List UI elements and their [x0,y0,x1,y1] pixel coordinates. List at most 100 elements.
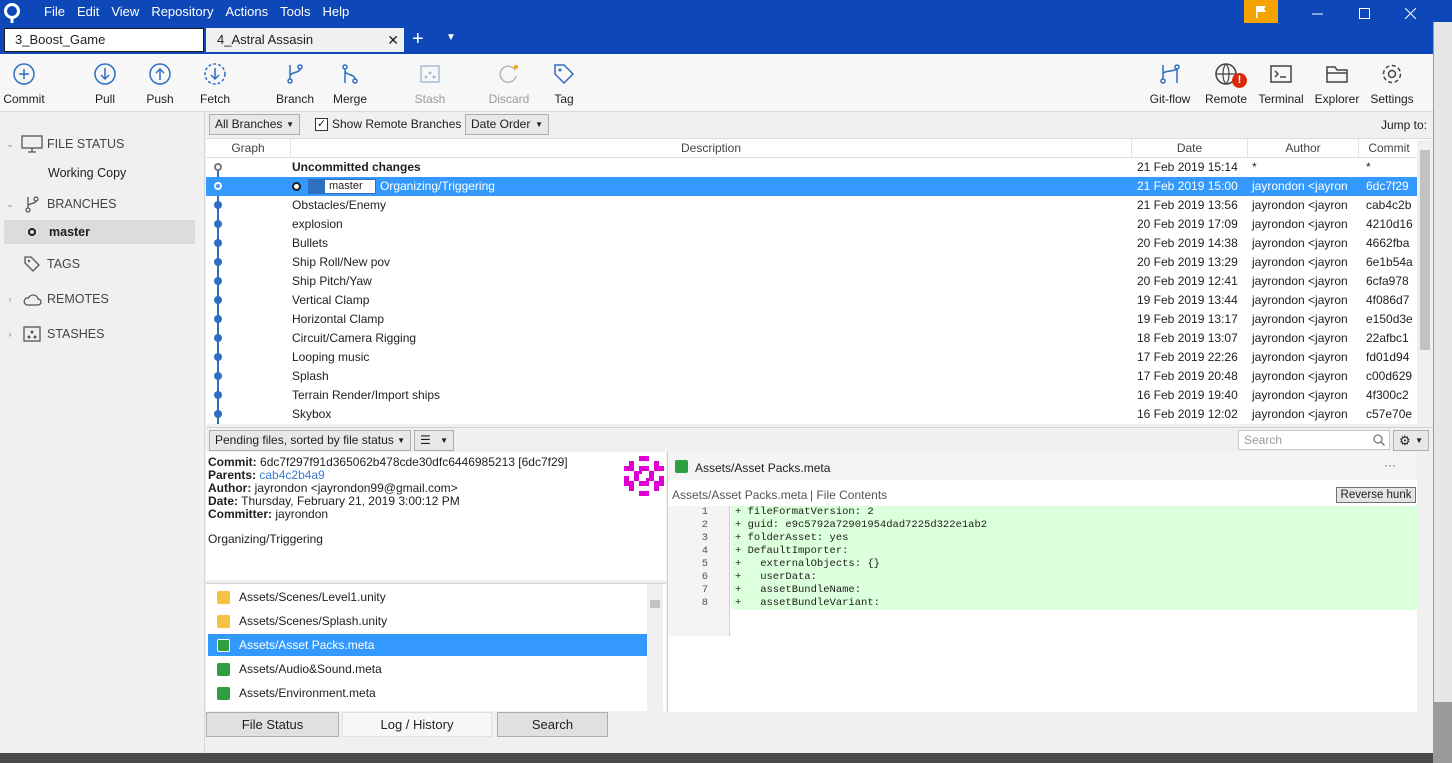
discard-undo-icon [499,65,518,83]
tab-log-history[interactable]: Log / History [342,712,492,737]
menu-tools[interactable]: Tools [274,0,316,26]
table-row[interactable]: explosion 20 Feb 2019 17:09 jayrondon <jay… [206,215,1417,234]
table-row[interactable]: Terrain Render/Import ships 16 Feb 2019 1… [206,386,1417,405]
pending-files-sort-dropdown[interactable]: Pending files, sorted by file status ▼ [209,430,411,451]
minimize-button[interactable] [1294,0,1340,26]
list-item[interactable]: Assets/Audio&Sound.meta [208,658,647,680]
discard-label: Discard [488,92,530,106]
close-window-button[interactable] [1387,0,1433,26]
maximize-button[interactable] [1341,0,1387,26]
menu-file[interactable]: File [38,0,71,26]
sidebar-section-branches[interactable]: ⌄ BRANCHES [0,192,200,216]
tab-4-astral-assasin[interactable]: 4_Astral Assasin ✕ [206,28,404,52]
column-commit[interactable]: Commit [1359,141,1419,155]
column-graph[interactable]: Graph [206,141,290,155]
file-search-input[interactable]: Search [1238,430,1390,450]
list-item[interactable]: Assets/Scenes/Level1.unity [208,586,647,608]
view-mode-dropdown[interactable]: ☰ ▼ [414,430,454,451]
list-item[interactable]: Assets/Environment.meta [208,682,647,704]
table-row[interactable]: Vertical Clamp 19 Feb 2019 13:44 jayrondon… [206,291,1417,310]
branches-filter-dropdown[interactable]: All Branches ▼ [209,114,300,135]
chevron-right-icon[interactable]: › [0,329,20,339]
menu-view[interactable]: View [105,0,145,26]
tag-icon [24,256,40,272]
commit-button[interactable]: Commit [0,62,56,106]
scrollbar-thumb[interactable] [650,600,660,608]
show-remote-branches-checkbox[interactable]: ✓ [315,118,328,131]
sidebar-section-remotes[interactable]: › REMOTES [0,287,200,311]
tab-search[interactable]: Search [497,712,608,737]
sidebar-section-stashes[interactable]: › STASHES [0,322,200,346]
git-flow-button[interactable]: Git-flow [1138,62,1202,106]
branch-icon [309,180,325,193]
list-item[interactable]: Assets/Scenes/Splash.unity [208,610,647,632]
diff-scrollbar[interactable] [1417,452,1433,712]
menu-repository[interactable]: Repository [145,0,219,26]
date-order-dropdown[interactable]: Date Order ▼ [465,114,549,135]
sidebar-tags-label: TAGS [47,257,81,271]
merge-button[interactable]: Merge [318,62,382,106]
file-options-gear-dropdown[interactable]: ⚙ ▼ [1393,430,1429,451]
column-author[interactable]: Author [1248,141,1358,155]
commit-row-uncommitted[interactable]: Uncommitted changes 21 Feb 2019 15:14 * … [206,158,1417,177]
notification-flag-button[interactable] [1244,0,1278,23]
branch-label-text: master [329,180,363,192]
commit-field-label: Commit: [208,455,257,469]
scrollbar-thumb[interactable] [1420,150,1430,350]
menu-edit[interactable]: Edit [71,0,105,26]
background-window-edge [1433,0,1452,763]
hunk-file-contents-label: | File Contents [810,488,888,502]
chevron-down-icon[interactable]: ⌄ [0,199,20,210]
table-row[interactable]: Obstacles/Enemy 21 Feb 2019 13:56 jayrondo… [206,196,1417,215]
column-date[interactable]: Date [1132,141,1247,155]
commit-author: jayrondon <jayron [1252,369,1348,383]
commit-description: Vertical Clamp [292,293,370,307]
table-row[interactable]: Looping music 17 Feb 2019 22:26 jayrondon … [206,348,1417,367]
commit-row-selected[interactable]: master Organizing/Triggering 21 Feb 2019… [206,177,1417,196]
stash-icon [420,65,440,83]
menu-help[interactable]: Help [316,0,355,26]
stash-button[interactable]: Stash [398,62,462,106]
hunk-file-name: Assets/Asset Packs.meta [672,488,808,502]
table-row[interactable]: Splash 17 Feb 2019 20:48 jayrondon <jayron… [206,367,1417,386]
parent-commit-link[interactable]: cab4c2b4a9 [259,468,324,482]
sidebar-section-tags[interactable]: TAGS [0,252,200,276]
tab-3-boost-game[interactable]: 3_Boost_Game [4,28,204,52]
graph-node-icon [214,220,222,228]
table-row[interactable]: Bullets 20 Feb 2019 14:38 jayrondon <jayro… [206,234,1417,253]
file-list-scrollbar[interactable] [647,584,663,711]
commit-hash: c57e70e [1366,407,1413,421]
branch-label-master[interactable]: master [308,179,376,194]
list-item-selected[interactable]: Assets/Asset Packs.meta [208,634,647,656]
tag-button[interactable]: Tag [532,62,596,106]
more-options-icon[interactable]: ··· [1384,458,1396,472]
table-row[interactable]: Ship Roll/New pov 20 Feb 2019 13:29 jayron… [206,253,1417,272]
settings-button[interactable]: Settings [1360,62,1424,106]
diff-view: Assets/Asset Packs.meta ··· Assets/Asset… [667,452,1418,712]
table-row[interactable]: Circuit/Camera Rigging 18 Feb 2019 13:07 j… [206,329,1417,348]
table-row[interactable]: Ship Pitch/Yaw 20 Feb 2019 12:41 jayrondon… [206,272,1417,291]
tab-close-icon[interactable]: ✕ [387,29,399,51]
tag-label: Tag [554,92,574,106]
fetch-button[interactable]: Fetch [183,62,247,106]
chevron-down-icon: ▼ [286,120,294,129]
table-row[interactable]: Horizontal Clamp 19 Feb 2019 13:17 jayrond… [206,310,1417,329]
chevron-down-icon[interactable]: ⌄ [0,139,20,150]
merge-icon [342,64,358,84]
sidebar-item-working-copy[interactable]: Working Copy [48,166,126,180]
column-description[interactable]: Description [291,141,1131,155]
commit-list-scrollbar[interactable] [1417,140,1433,425]
table-row[interactable]: Skybox 16 Feb 2019 12:02 jayrondon <jayron… [206,405,1417,424]
graph-node-icon [214,410,222,418]
push-label: Push [146,92,174,106]
menu-actions[interactable]: Actions [219,0,274,26]
tab-list-chevron-down-icon[interactable]: ▼ [446,32,456,43]
chevron-right-icon[interactable]: › [0,294,20,304]
terminal-button[interactable]: Terminal [1249,62,1313,106]
sidebar-item-master[interactable]: master [4,220,195,244]
reverse-hunk-button[interactable]: Reverse hunk [1336,487,1416,503]
commit-description: Horizontal Clamp [292,312,385,326]
new-tab-plus-icon[interactable]: + [412,28,424,50]
tab-file-status[interactable]: File Status [206,712,339,737]
sidebar-section-file-status[interactable]: ⌄ FILE STATUS [0,132,200,156]
